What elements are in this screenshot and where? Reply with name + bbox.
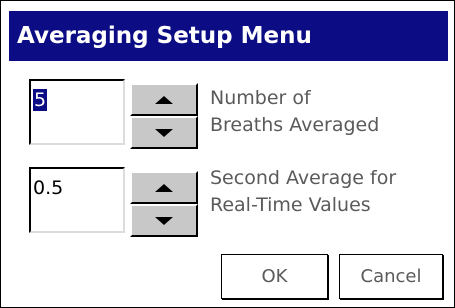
breaths-averaged-label-line1: Number of	[210, 87, 311, 109]
second-average-value: 0.5	[33, 177, 64, 199]
averaging-setup-dialog: Averaging Setup Menu 5 Number of Breaths…	[0, 0, 455, 308]
second-average-decrement-button[interactable]	[130, 204, 198, 237]
triangle-up-icon	[155, 95, 173, 104]
breaths-averaged-increment-button[interactable]	[130, 83, 198, 116]
second-average-label-line1: Second Average for	[210, 167, 397, 189]
breaths-averaged-input[interactable]: 5	[29, 79, 125, 145]
cancel-button[interactable]: Cancel	[339, 254, 443, 299]
ok-button[interactable]: OK	[221, 254, 328, 299]
breaths-averaged-label-line2: Breaths Averaged	[210, 114, 380, 136]
second-average-label: Second Average for Real-Time Values	[210, 165, 396, 219]
triangle-up-icon	[155, 183, 173, 192]
title-bar: Averaging Setup Menu	[9, 11, 448, 61]
breaths-averaged-decrement-button[interactable]	[130, 116, 198, 149]
triangle-down-icon	[155, 216, 173, 225]
dialog-title: Averaging Setup Menu	[17, 23, 312, 49]
breaths-averaged-label: Number of Breaths Averaged	[210, 85, 379, 139]
second-average-increment-button[interactable]	[130, 171, 198, 204]
second-average-input[interactable]: 0.5	[29, 167, 125, 233]
triangle-down-icon	[155, 128, 173, 137]
second-average-label-line2: Real-Time Values	[210, 194, 371, 216]
breaths-averaged-value: 5	[33, 89, 48, 111]
